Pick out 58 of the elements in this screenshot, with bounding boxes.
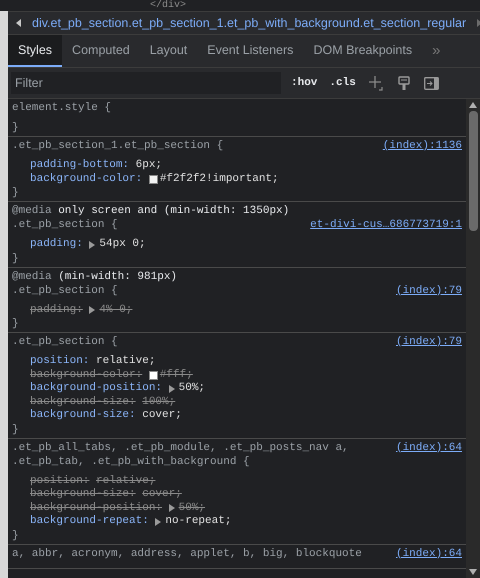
css-selector: .et_pb_all_tabs, .et_pb_module, .et_pb_posts_nav a, .et_pb_tab, .et_pb_with_background { <box>12 440 349 468</box>
source-link[interactable]: (index):79 <box>396 284 462 298</box>
color-swatch[interactable] <box>148 174 158 184</box>
expand-triangle-icon[interactable] <box>168 384 175 393</box>
css-declaration[interactable]: background-size: cover; <box>30 488 462 502</box>
source-link[interactable]: (index):64 <box>396 546 462 560</box>
css-declaration[interactable]: background-size: 100%; <box>30 396 462 409</box>
closing-brace: } <box>12 186 20 200</box>
toggle-button[interactable]: :hov <box>291 77 318 89</box>
media-condition: (min-width: 981px) <box>58 270 178 282</box>
scroll-down-icon[interactable] <box>469 569 477 575</box>
scroll-left-icon[interactable] <box>16 19 22 27</box>
css-declaration[interactable]: padding-bottom: 6px; <box>30 159 462 172</box>
css-declaration[interactable]: background-repeat: no-repeat; <box>30 515 462 528</box>
tab[interactable]: Computed <box>62 35 140 67</box>
source-link[interactable]: (index):1136 <box>382 139 462 153</box>
css-declaration[interactable]: background-position: 50%; <box>30 502 462 515</box>
closing-brace: } <box>12 528 20 542</box>
css-declaration[interactable]: background-position: 50%; <box>30 382 462 396</box>
filter-field[interactable]: Filter <box>11 72 281 94</box>
css-declaration[interactable]: padding: 4% 0; <box>30 304 462 317</box>
scrollbar-thumb[interactable] <box>468 111 478 231</box>
plus-icon[interactable] <box>368 75 384 91</box>
scrollbar[interactable] <box>466 99 480 578</box>
tab[interactable]: DOM Breakpoints <box>303 35 422 67</box>
closing-brace: } <box>12 422 20 436</box>
css-selector: .et_pb_section { <box>12 335 118 349</box>
closing-brace: } <box>12 252 20 266</box>
scroll-up-icon[interactable] <box>469 102 477 108</box>
source-link[interactable]: (index):79 <box>396 335 462 349</box>
css-selector: .et_pb_section { <box>12 218 118 232</box>
paint-roller-icon[interactable] <box>398 76 410 90</box>
css-selector: element.style { <box>12 101 112 115</box>
at-rule-keyword: @media <box>12 270 52 282</box>
color-swatch[interactable] <box>148 370 158 380</box>
css-declaration[interactable]: background-color: #fff; <box>30 368 462 382</box>
css-declaration[interactable]: background-color: #f2f2f2!important; <box>30 172 462 186</box>
css-declaration[interactable]: position: relative; <box>30 355 462 368</box>
expand-triangle-icon[interactable] <box>89 306 96 314</box>
css-declaration[interactable]: background-size: cover; <box>30 409 462 422</box>
dom-tree-line[interactable]: </div> <box>150 0 186 11</box>
closing-brace: } <box>12 121 20 135</box>
tab[interactable]: Event Listeners <box>197 35 304 67</box>
css-declaration[interactable]: position: relative; <box>30 474 462 488</box>
source-link[interactable]: et-divi-cus…686773719:1 <box>310 218 462 232</box>
at-rule-keyword: @media <box>12 205 52 217</box>
media-condition: only screen and (min-width: 1350px) <box>58 205 290 217</box>
css-declaration[interactable]: padding: 54px 0; <box>30 238 462 252</box>
tab[interactable]: Styles <box>8 35 62 67</box>
expand-triangle-icon[interactable] <box>89 240 96 249</box>
tab[interactable]: Layout <box>140 35 198 67</box>
closing-brace: } <box>12 317 20 331</box>
sidebar-toggle-icon[interactable] <box>424 76 439 90</box>
css-selector: a, abbr, acronym, address, applet, b, big, blockquote <box>12 546 362 560</box>
css-selector: .et_pb_section { <box>12 284 118 298</box>
source-link[interactable]: (index):64 <box>396 440 462 468</box>
toggle-button[interactable]: .cls <box>329 77 356 89</box>
css-selector: .et_pb_section_1.et_pb_section { <box>12 139 224 153</box>
